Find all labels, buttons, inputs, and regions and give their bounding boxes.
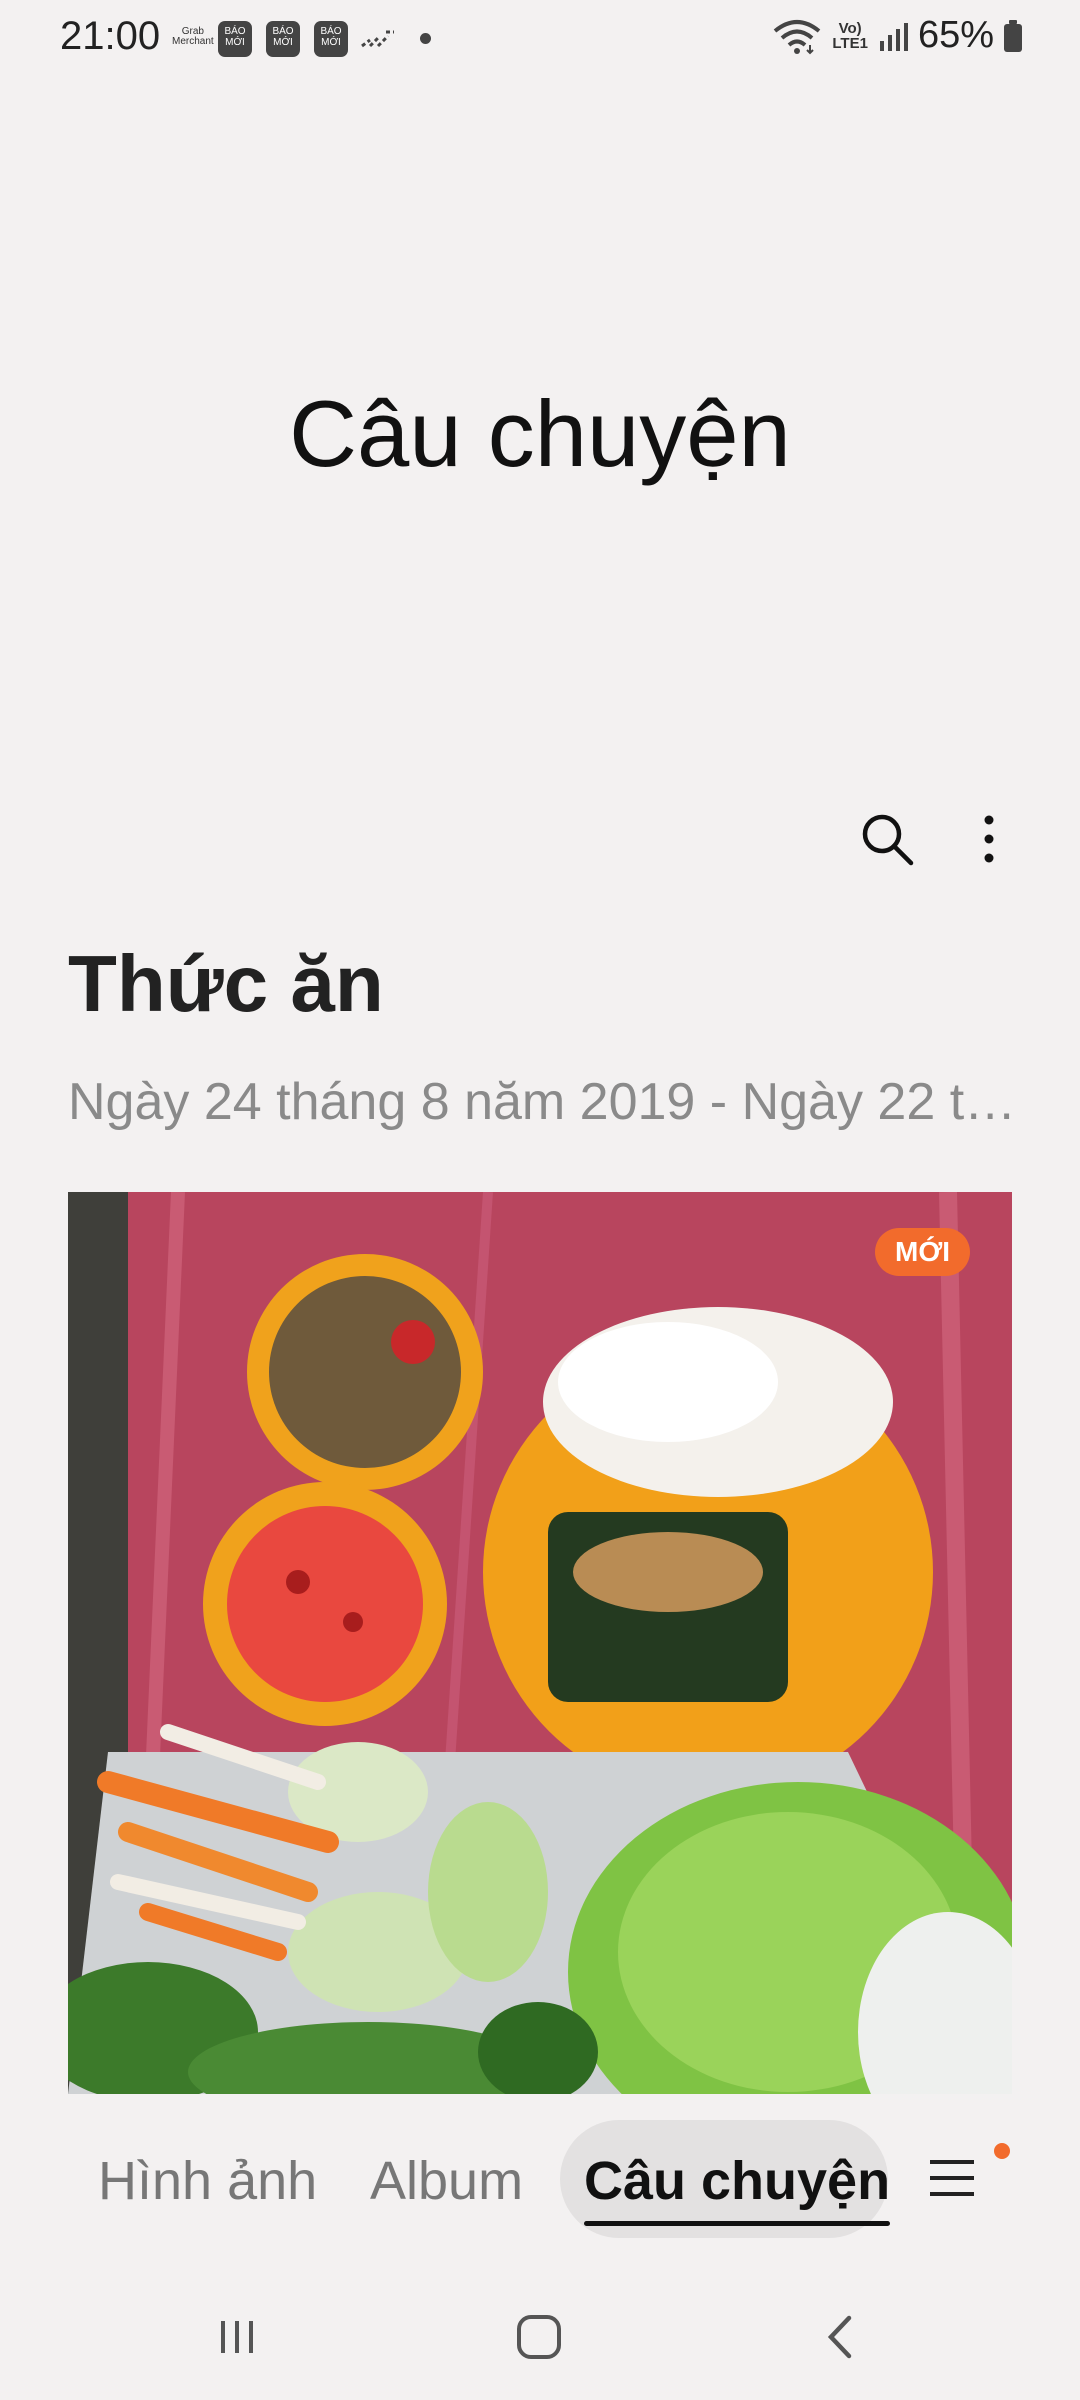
back-button[interactable] <box>796 2302 886 2372</box>
story-title: Thức ăn <box>68 939 384 1028</box>
notification-dot-icon <box>420 33 431 44</box>
status-time: 21:00 <box>60 14 161 58</box>
grab-merchant-icon: Grab Merchant <box>172 26 214 47</box>
search-icon <box>862 814 914 866</box>
menu-button[interactable] <box>922 2148 982 2208</box>
network-type: Vo) LTE1 <box>832 19 868 52</box>
hamburger-menu-icon <box>930 2160 974 2196</box>
tab-albums[interactable]: Album <box>370 2150 523 2212</box>
missed-call-icon <box>361 30 394 48</box>
new-badge: MỚI <box>875 1228 970 1276</box>
menu-notification-dot <box>994 2143 1010 2159</box>
story-date-range: Ngày 24 tháng 8 năm 2019 - Ngày 22 tháng… <box>68 1073 1028 1131</box>
bao-moi-app-icon: BÁO MỚI <box>218 21 252 57</box>
recents-icon <box>221 2321 253 2353</box>
tab-pictures[interactable]: Hình ảnh <box>98 2150 317 2212</box>
signal-icon <box>879 22 908 51</box>
page-title: Câu chuyện <box>289 381 791 486</box>
battery-icon <box>1004 19 1022 52</box>
system-navigation-bar <box>0 2280 1080 2400</box>
search-button[interactable] <box>852 804 922 874</box>
back-icon <box>827 2315 852 2359</box>
bao-moi-app-icon: BÁO MỚI <box>314 21 348 57</box>
more-vertical-icon <box>984 815 994 863</box>
bao-moi-app-icon: BÁO MỚI <box>266 21 300 57</box>
status-bar: 21:00 Grab Merchant BÁO MỚI BÁO MỚI BÁO MỚI … <box>0 0 1080 80</box>
tab-underline <box>584 2221 891 2226</box>
battery-percent: 65% <box>917 14 994 56</box>
bottom-tab-bar: Hình ảnh Album Câu chuyện <box>0 2118 1080 2248</box>
more-options-button[interactable] <box>954 804 1024 874</box>
wifi-icon <box>774 19 821 54</box>
home-icon <box>517 2315 561 2359</box>
tab-stories-label: Câu chuyện <box>584 2151 891 2211</box>
home-button[interactable] <box>494 2302 584 2372</box>
tab-stories[interactable]: Câu chuyện <box>584 2150 891 2226</box>
story-cover-photo[interactable]: MỚI <box>68 1192 1012 2094</box>
recents-button[interactable] <box>192 2302 282 2372</box>
